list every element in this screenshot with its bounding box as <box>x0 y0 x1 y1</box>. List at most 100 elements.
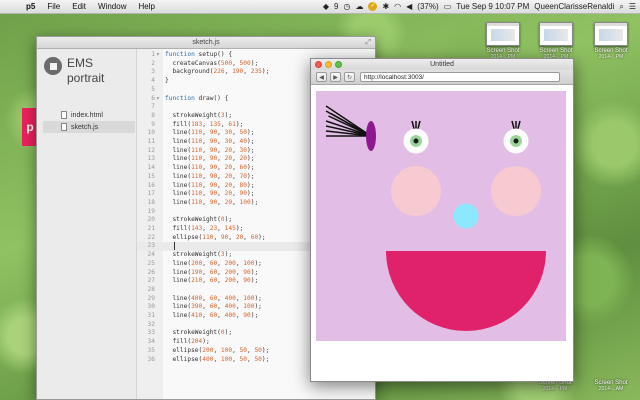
browser-titlebar[interactable]: Untitled <box>311 59 573 70</box>
menu-edit[interactable]: Edit <box>66 2 92 11</box>
text-cursor <box>174 242 175 251</box>
line-number: 14 <box>147 164 155 172</box>
code-text: strokeWeight(0); <box>165 216 233 224</box>
line-number: 4 <box>151 77 155 85</box>
line-number: 26 <box>147 268 155 276</box>
code-text: line(110, 90, 20, 60); <box>165 164 255 172</box>
time-machine-icon[interactable]: ◷ <box>343 2 350 11</box>
spotlight-icon[interactable]: ⌕ <box>619 2 623 12</box>
sketch-canvas[interactable] <box>316 91 566 341</box>
line-number: 18 <box>147 198 155 206</box>
desktop-file-date: 2014-...PM <box>542 386 568 392</box>
line-number: 29 <box>147 294 155 302</box>
clock[interactable]: Tue Sep 9 10:07 PM <box>456 2 529 11</box>
file-list: index.html sketch.js <box>43 109 135 133</box>
line-number: 32 <box>147 320 155 328</box>
address-bar[interactable]: http://localhost:3003/ <box>360 72 560 82</box>
code-text: ellipse(400, 100, 50, 50); <box>165 355 270 363</box>
file-name: sketch.js <box>71 123 99 131</box>
code-text: line(190, 60, 200, 90); <box>165 268 259 276</box>
line-number: 2 <box>151 59 155 67</box>
line-number: 24 <box>147 251 155 259</box>
notification-badge-icon[interactable]: ✓ <box>368 2 378 11</box>
code-text: line(110, 90, 20, 20); <box>165 155 255 163</box>
line-number: 27 <box>147 277 155 285</box>
menu-window[interactable]: Window <box>92 2 132 11</box>
volume-icon[interactable]: ◀ <box>406 2 412 11</box>
menu-bar: p5 File Edit Window Help ◆ 9 ◷ ☁ ✓ ✱ ◠ ◀… <box>0 0 640 14</box>
desktop-file[interactable]: Screen Shot 2014-...PM <box>533 22 579 60</box>
document-icon <box>61 111 67 119</box>
code-text: line(200, 60, 200, 100); <box>165 259 262 267</box>
fold-arrow-icon[interactable]: ▾ <box>156 51 162 60</box>
project-title: EMS portrait <box>67 56 104 86</box>
cloud-icon[interactable]: ☁ <box>355 2 363 11</box>
line-number: 8 <box>151 111 155 119</box>
screenshot-thumbnail <box>486 22 520 46</box>
code-text: strokeWeight(3); <box>165 111 233 119</box>
code-text: function setup() { <box>165 51 233 58</box>
line-number: 9 <box>151 120 155 128</box>
nose <box>453 203 479 229</box>
code-text: line(400, 60, 400, 100); <box>165 294 262 302</box>
back-icon[interactable]: ◀ <box>316 72 327 82</box>
dropbox-icon[interactable]: ◆ <box>323 2 329 11</box>
browser-viewport <box>311 86 573 381</box>
editor-window-title: sketch.js <box>192 39 220 46</box>
line-number: 6 <box>151 94 155 102</box>
line-number: 15 <box>147 172 155 180</box>
desktop-file[interactable]: Screen Shot 2014-...PM <box>480 22 526 60</box>
minimize-window-icon[interactable] <box>325 61 332 68</box>
code-text: } <box>165 77 169 85</box>
browser-window-title: Untitled <box>430 61 454 68</box>
project-title-line1: EMS <box>67 56 94 70</box>
line-number: 17 <box>147 190 155 198</box>
stop-icon <box>49 62 57 70</box>
left-eye-pupil <box>413 138 419 144</box>
run-stop-button[interactable] <box>44 57 62 75</box>
notification-center-icon[interactable]: ☰ <box>629 2 636 11</box>
close-window-icon[interactable] <box>315 61 322 68</box>
menu-file[interactable]: File <box>41 2 66 11</box>
file-item[interactable]: index.html <box>43 109 135 121</box>
line-number: 19 <box>147 207 155 215</box>
code-text: line(110, 90, 20, 70); <box>165 172 255 180</box>
menu-help[interactable]: Help <box>132 2 160 11</box>
desktop-file-date: 2014-...PM <box>598 54 624 60</box>
desktop-file-date: 2014-...AM <box>598 386 624 392</box>
status-area: ◆ 9 ◷ ☁ ✓ ✱ ◠ ◀ (37%) ▭ Tue Sep 9 10:07 … <box>323 2 640 12</box>
line-number: 3 <box>151 68 155 76</box>
code-text: fill(143, 23, 145); <box>165 225 244 232</box>
code-text: line(210, 60, 200, 90); <box>165 277 259 285</box>
bluetooth-icon[interactable]: ✱ <box>382 2 389 11</box>
code-text: function draw() { <box>165 94 229 102</box>
line-number: 25 <box>147 259 155 267</box>
wifi-icon[interactable]: ◠ <box>394 2 401 11</box>
code-text: line(110, 90, 20, 80); <box>165 181 255 189</box>
menu-app-name[interactable]: p5 <box>20 2 41 11</box>
reload-icon[interactable]: ↻ <box>344 72 355 82</box>
editor-titlebar[interactable]: sketch.js ⤢ <box>37 37 375 49</box>
code-text: strokeWeight(3); <box>165 251 233 259</box>
battery-percent[interactable]: (37%) <box>417 2 438 11</box>
code-text: fill(204); <box>165 338 210 346</box>
file-item[interactable]: sketch.js <box>43 121 135 133</box>
desktop-file[interactable]: Screen Shot 2014-...AM <box>588 380 634 392</box>
code-text: createCanvas(500, 500); <box>165 59 259 67</box>
right-cheek <box>491 166 541 216</box>
fullscreen-icon[interactable]: ⤢ <box>365 37 371 49</box>
desktop-file[interactable]: Screen Shot 2014-...PM <box>588 22 634 60</box>
user-name[interactable]: QueenClarisseRenaldi <box>534 2 614 11</box>
code-text: ellipse(110, 90, 20, 60); <box>165 233 266 241</box>
fold-arrow-icon[interactable]: ▾ <box>156 95 162 104</box>
line-number: 22 <box>147 233 155 241</box>
code-text: background(226, 190, 235); <box>165 68 270 76</box>
forward-icon[interactable]: ▶ <box>330 72 341 82</box>
zoom-window-icon[interactable] <box>335 61 342 68</box>
browser-window: Untitled ◀ ▶ ↻ http://localhost:3003/ <box>310 58 574 382</box>
browser-toolbar: ◀ ▶ ↻ http://localhost:3003/ <box>311 70 573 85</box>
line-number: 11 <box>147 138 155 145</box>
screenshot-thumbnail <box>539 22 573 46</box>
line-number: 10 <box>147 129 155 137</box>
